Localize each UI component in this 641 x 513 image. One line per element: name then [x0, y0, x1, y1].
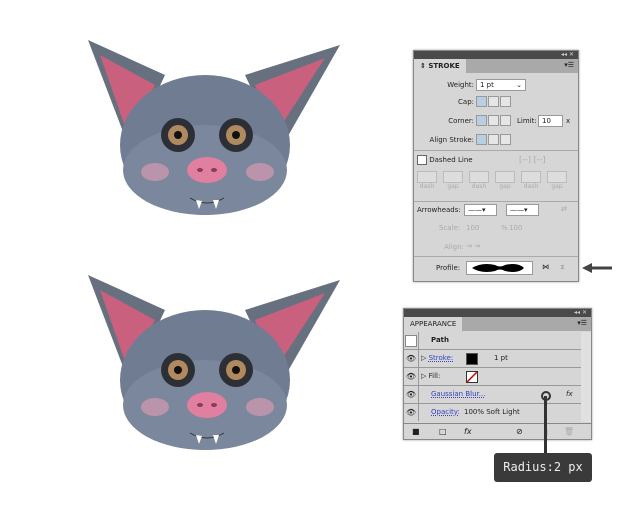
- stroke-value: 1 pt: [494, 354, 508, 362]
- tab-label: APPEARANCE: [410, 320, 457, 328]
- dash-gap-label: dash: [419, 183, 435, 190]
- scrollbar[interactable]: [581, 332, 591, 422]
- scale-end-value[interactable]: 100: [509, 224, 522, 232]
- add-effect-icon[interactable]: fx: [464, 424, 472, 439]
- dash-gap-label: gap: [551, 183, 563, 190]
- clear-appearance-icon[interactable]: ⊘: [516, 424, 523, 439]
- align-stroke-label: Align Stroke:: [429, 136, 474, 144]
- stroke-row[interactable]: 👁 ▷ Stroke: 1 pt: [404, 350, 581, 368]
- fill-row[interactable]: 👁 ▷ Fill:: [404, 368, 581, 386]
- weight-value: 1 pt: [480, 81, 494, 89]
- dash-align-icons[interactable]: [‑‑] [‑‑]: [519, 155, 546, 164]
- opacity-value: 100% Soft Light: [464, 408, 520, 416]
- limit-label: Limit:: [517, 117, 537, 125]
- radius-tooltip: Radius:2 px: [494, 453, 592, 482]
- dashed-line-checkbox[interactable]: [417, 155, 427, 165]
- dash-gap-label: dash: [523, 183, 539, 190]
- opacity-link[interactable]: Opacity:: [431, 404, 460, 421]
- dash-gap-field[interactable]: gap: [443, 171, 463, 190]
- cap-label: Cap:: [458, 98, 474, 106]
- trash-icon[interactable]: 🗑: [564, 424, 574, 439]
- tab-stroke[interactable]: ⇕ STROKE: [414, 59, 466, 73]
- percent-sign: %: [501, 224, 508, 232]
- miter-join-button[interactable]: [476, 115, 487, 126]
- panel-titlebar[interactable]: ◂◂ ✕: [404, 309, 591, 317]
- gaussian-blur-link[interactable]: Gaussian Blur...: [431, 386, 485, 403]
- path-label: Path: [431, 336, 449, 344]
- panel-titlebar[interactable]: ◂◂ ✕: [414, 51, 578, 59]
- no-fill-swatch[interactable]: [466, 371, 478, 383]
- flip-along-icon[interactable]: ⋈: [542, 263, 549, 271]
- dash-gap-field[interactable]: dash: [417, 171, 437, 190]
- round-cap-button[interactable]: [488, 96, 499, 107]
- dash-gap-label: dash: [471, 183, 487, 190]
- flip-across-icon[interactable]: ⧗: [560, 263, 565, 272]
- stroke-swatch[interactable]: [466, 353, 478, 365]
- scale-label: Scale:: [439, 224, 461, 232]
- bevel-join-button[interactable]: [500, 115, 511, 126]
- stroke-panel: ◂◂ ✕ ⇕ STROKE ▾☰ Weight: 1 pt ⌄ Cap: Corn…: [413, 50, 579, 282]
- arrowheads-label: Arrowheads:: [417, 206, 461, 214]
- dash-gap-label: gap: [499, 183, 511, 190]
- dash-gap-label: gap: [447, 183, 459, 190]
- panel-menu-icon[interactable]: ▾☰: [577, 319, 587, 327]
- profile-label: Profile:: [436, 264, 461, 272]
- appearance-panel: ◂◂ ✕ APPEARANCE ▾☰ Path 👁 ▷ Stroke: 1 pt 👁 ▷…: [403, 308, 592, 440]
- start-arrowhead-select[interactable]: ——▾: [464, 204, 497, 216]
- dash-gap-field[interactable]: gap: [495, 171, 515, 190]
- limit-input[interactable]: 10: [538, 115, 563, 127]
- round-join-button[interactable]: [488, 115, 499, 126]
- square-cap-button[interactable]: [500, 96, 511, 107]
- panel-menu-icon[interactable]: ▾☰: [564, 61, 574, 69]
- add-stroke-icon[interactable]: ■: [412, 424, 420, 439]
- arrow-pointer-icon: [582, 263, 612, 273]
- limit-unit: x: [566, 117, 571, 125]
- profile-select[interactable]: [466, 261, 533, 275]
- tab-appearance[interactable]: APPEARANCE: [404, 317, 463, 331]
- thumbnail: [405, 335, 417, 347]
- swap-arrowheads-icon[interactable]: ⇄: [561, 205, 567, 213]
- dash-gap-field[interactable]: dash: [521, 171, 541, 190]
- eye-icon[interactable]: 👁: [404, 368, 419, 385]
- fill-label[interactable]: Fill:: [429, 372, 441, 380]
- fx-icon[interactable]: fx: [566, 386, 573, 403]
- bat-illustration-bottom: [87, 274, 341, 451]
- corner-label: Corner:: [448, 117, 474, 125]
- callout-line: [544, 396, 547, 454]
- weight-input[interactable]: 1 pt ⌄: [476, 79, 526, 91]
- align-arrow-label: Align:: [444, 243, 464, 251]
- dash-gap-field[interactable]: gap: [547, 171, 567, 190]
- dashed-line-label: Dashed Line: [429, 156, 473, 164]
- butt-cap-button[interactable]: [476, 96, 487, 107]
- dash-gap-field[interactable]: dash: [469, 171, 489, 190]
- chevron-down-icon[interactable]: ⌄: [516, 80, 525, 90]
- stroke-link[interactable]: Stroke:: [429, 354, 454, 362]
- weight-label: Weight:: [447, 81, 474, 89]
- bat-illustration-top: [88, 40, 340, 215]
- scale-start-value[interactable]: 100: [466, 224, 479, 232]
- tab-label: STROKE: [428, 62, 460, 70]
- eye-icon[interactable]: 👁: [404, 350, 419, 367]
- end-arrowhead-select[interactable]: ——▾: [506, 204, 539, 216]
- align-center-button[interactable]: [476, 134, 487, 145]
- align-inside-button[interactable]: [488, 134, 499, 145]
- path-row[interactable]: Path: [404, 332, 581, 350]
- eye-icon[interactable]: 👁: [404, 386, 419, 403]
- add-fill-icon[interactable]: □: [439, 424, 447, 439]
- align-outside-button[interactable]: [500, 134, 511, 145]
- eye-icon[interactable]: 👁: [404, 404, 419, 421]
- gaussian-blur-row[interactable]: 👁 Gaussian Blur... fx: [404, 386, 581, 404]
- arrow-align-buttons[interactable]: ⇥ ⇥: [466, 242, 480, 250]
- opacity-row[interactable]: 👁 Opacity: 100% Soft Light: [404, 404, 581, 421]
